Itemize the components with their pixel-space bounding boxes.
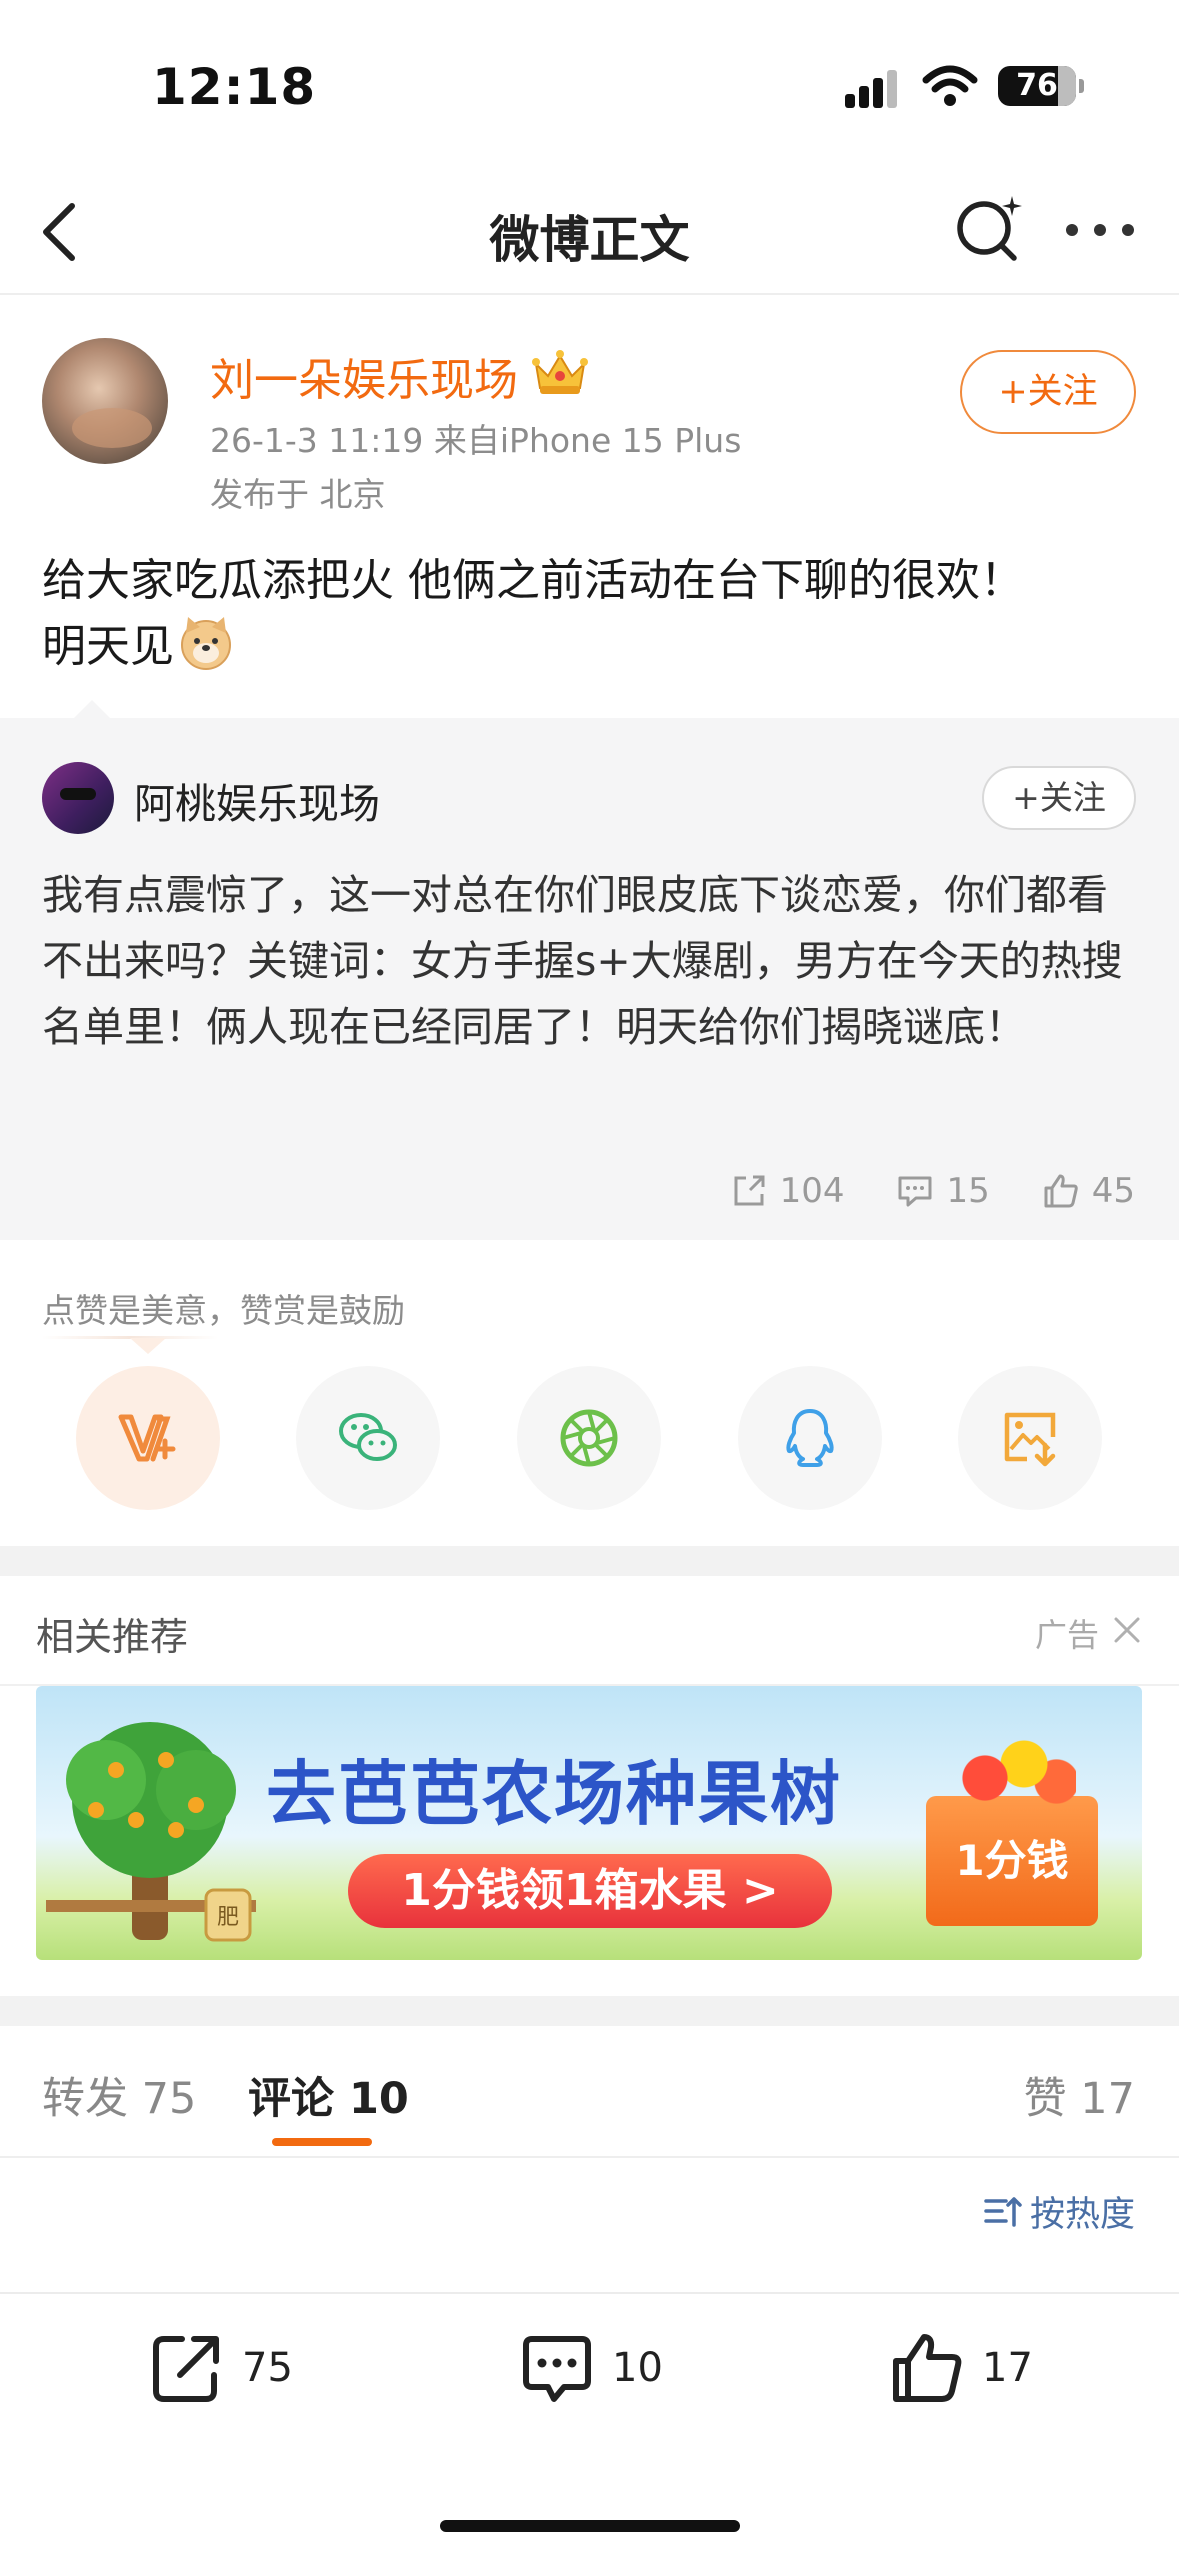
post-text: 给大家吃瓜添把火 他俩之前活动在台下聊的很欢！ 明天见 [42, 548, 1142, 680]
status-bar: 12:18 76 [0, 0, 1179, 170]
signal-icon [845, 68, 901, 108]
ad-close-icon[interactable] [1111, 1614, 1143, 1646]
tab-repost[interactable]: 转发 75 [42, 2064, 196, 2126]
reward-icon [118, 1414, 176, 1462]
save-image-button[interactable] [958, 1366, 1102, 1510]
post-meta: 26-1-3 11:19 来自iPhone 15 Plus [210, 421, 742, 460]
comment-icon [898, 1176, 932, 1207]
search-icon[interactable] [952, 192, 1024, 264]
sort-button[interactable]: 按热度 [982, 2186, 1135, 2236]
bottom-like-button[interactable]: 17 [888, 2328, 1033, 2408]
post-text-line2-wrap: 明天见 [42, 614, 1142, 680]
reward-tooltip-notch [130, 1338, 166, 1354]
ad-banner[interactable]: 肥 去芭芭农场种果树 1分钱领1箱水果 > 1分钱 [36, 1686, 1142, 1960]
doge-emoji-icon [181, 617, 231, 670]
sort-icon [984, 2197, 1022, 2227]
post-text-line1: 给大家吃瓜添把火 他俩之前活动在台下聊的很欢！ [42, 555, 1024, 606]
moments-share-button[interactable] [517, 1366, 661, 1510]
repost-comment-count: 15 [946, 1171, 990, 1211]
fruit-tree-icon: 肥 [46, 1722, 256, 1942]
share-icon [734, 1175, 765, 1206]
nav-bar: 微博正文 [0, 170, 1179, 295]
wechat-share-button[interactable] [296, 1366, 440, 1510]
bottom-comment-button[interactable]: 10 [518, 2328, 663, 2408]
bottom-repost-button[interactable]: 75 [148, 2328, 293, 2408]
comment-bubble-icon [523, 2336, 591, 2402]
more-icon[interactable] [1066, 220, 1136, 240]
reward-label: 点赞是美意，赞赏是鼓励 [42, 1291, 405, 1330]
section-divider [0, 1546, 1179, 1576]
repost-icon [153, 2336, 219, 2402]
repost-stats: 104 15 45 [730, 1166, 1135, 1216]
author-name[interactable]: 刘一朵娱乐现场 [210, 344, 518, 408]
repost-comment-stat[interactable]: 15 [896, 1171, 990, 1211]
ad-badge: 1分钱 [926, 1736, 1098, 1926]
follow-button[interactable]: +关注 [960, 350, 1136, 434]
repost-share-count: 104 [779, 1171, 845, 1211]
wifi-icon [922, 65, 978, 106]
fertilizer-bag-label: 肥 [217, 1905, 239, 1930]
tab-like[interactable]: 赞 17 [1024, 2064, 1135, 2126]
repost-author-name[interactable]: 阿桃娱乐现场 [134, 770, 380, 830]
bottom-like-count: 17 [982, 2345, 1033, 2391]
reward-button[interactable] [76, 1366, 220, 1510]
repost-like-count: 45 [1091, 1171, 1135, 1211]
ad-title: 去芭芭农场种果树 [266, 1753, 842, 1835]
recommend-label: 相关推荐 [36, 1615, 189, 1659]
ad-label: 广告 [1034, 1616, 1099, 1654]
post-text-line2: 明天见 [42, 621, 174, 672]
section-divider [0, 1996, 1179, 2026]
qq-icon [786, 1409, 834, 1467]
home-indicator [440, 2520, 740, 2532]
wechat-icon [339, 1413, 397, 1461]
bottom-repost-count: 75 [242, 2345, 293, 2391]
like-icon [1044, 1174, 1078, 1208]
battery-indicator: 76 [998, 66, 1084, 106]
interaction-tabs: 转发 75 评论 10 赞 17 [0, 2026, 1179, 2158]
ad-cta-button[interactable]: 1分钱领1箱水果 > [348, 1854, 832, 1928]
repost-like-stat[interactable]: 45 [1042, 1171, 1135, 1211]
tab-comment[interactable]: 评论 10 [248, 2064, 409, 2126]
sort-label: 按热度 [1029, 2194, 1135, 2235]
save-image-icon [1004, 1412, 1056, 1467]
tab-active-indicator [272, 2138, 372, 2146]
battery-level: 76 [1016, 68, 1058, 103]
repost-share-stat[interactable]: 104 [730, 1171, 845, 1211]
repost-text: 我有点震惊了，这一对总在你们眼皮底下谈恋爱，你们都看不出来吗？关键词：女方手握s… [42, 871, 1123, 1051]
qq-share-button[interactable] [738, 1366, 882, 1510]
repost-author-avatar[interactable] [42, 762, 114, 834]
post-location: 发布于 北京 [210, 475, 386, 514]
thumbs-up-icon [893, 2334, 962, 2402]
status-time: 12:18 [152, 58, 317, 116]
repost-follow-button[interactable]: +关注 [982, 766, 1136, 830]
author-avatar[interactable] [42, 338, 168, 464]
repost-notch [72, 700, 112, 720]
moments-icon [560, 1409, 618, 1467]
crown-badge-icon [532, 350, 588, 394]
bottom-comment-count: 10 [612, 2345, 663, 2391]
